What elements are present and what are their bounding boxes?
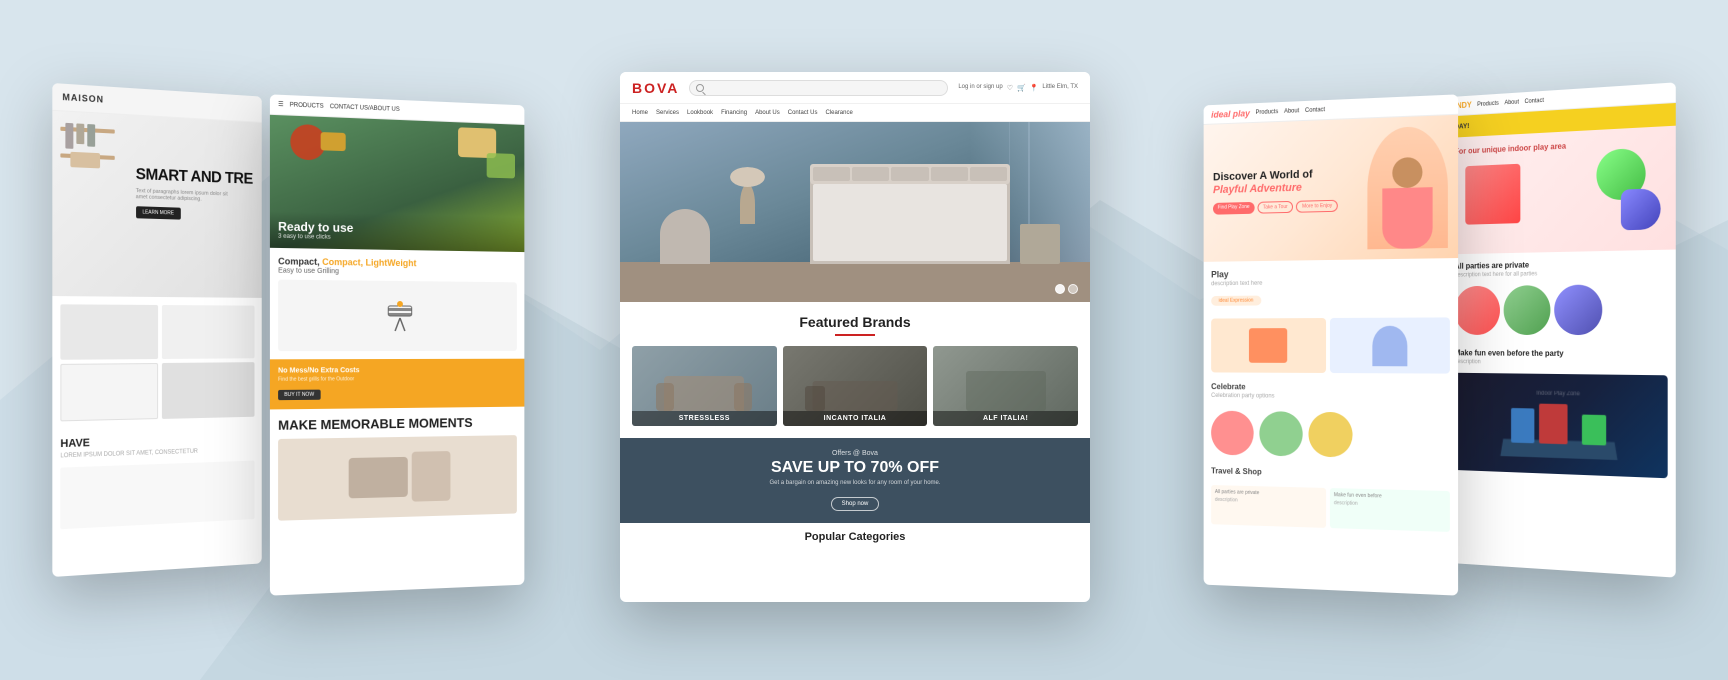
bova-brand-alf[interactable]: ALF ITALIA! [933, 346, 1078, 426]
kids-grid [1204, 313, 1458, 377]
bova-search-bar[interactable] [689, 80, 948, 96]
party-3d-image: Indoor Play Zone [1454, 373, 1667, 479]
bova-nav-about[interactable]: About Us [755, 110, 780, 116]
maison-shelf [60, 127, 114, 169]
bova-featured-underline [835, 334, 875, 336]
bova-nav: Home Services Lookbook Financing About U… [620, 104, 1090, 122]
kids-hero-title: Discover A World of Playful Adventure [1213, 167, 1367, 198]
bova-popular-title: Popular Categories [632, 531, 1078, 543]
bova-nav-financing[interactable]: Financing [721, 110, 747, 116]
portfolio-scene: MAISON SMART AND TRE Text of paragraphs … [0, 0, 1728, 680]
kids-ideal-expression: ideal Expression [1211, 296, 1261, 306]
bbq-grill-icon [380, 296, 419, 336]
bbq-buy-btn[interactable]: BUY IT NOW [278, 390, 320, 401]
bova-cart-icon[interactable]: 🛒 [1017, 84, 1026, 92]
party-circles [1447, 284, 1675, 342]
bova-nav-clearance[interactable]: Clearance [825, 110, 852, 116]
bova-brand-stressless[interactable]: STRESSLESS [632, 346, 777, 426]
kids-btn-2[interactable]: Take a Tour [1257, 201, 1293, 214]
kids-btn-1[interactable]: Find Play Zone [1213, 202, 1254, 215]
bova-login-text: Log in or sign up [958, 84, 1002, 92]
kids-play-section: Play description text here ideal Express… [1204, 258, 1458, 315]
bbq-section: Compact, Compact, LightWeight Easy to us… [270, 248, 524, 360]
bova-carousel-dots[interactable] [1055, 284, 1078, 294]
card-maison[interactable]: MAISON SMART AND TRE Text of paragraphs … [52, 83, 261, 577]
kids-hero-img [1367, 125, 1447, 249]
card-party[interactable]: INDY Products About Contact DAY! For our… [1447, 82, 1675, 577]
kids-hero: Discover A World of Playful Adventure Fi… [1204, 115, 1458, 262]
kids-logo: ideal play [1211, 108, 1250, 119]
bova-shop-btn[interactable]: Shop now [831, 497, 880, 511]
bova-brand-label-stressless: STRESSLESS [632, 411, 777, 426]
bova-nav-lookbook[interactable]: Lookbook [687, 110, 713, 116]
bova-search-icon [696, 84, 704, 92]
bova-featured-section: Featured Brands STRESSLESS INCANTO ITALI… [620, 302, 1090, 438]
bova-location-icon: 📍 [1030, 84, 1039, 92]
bova-header-icons: Log in or sign up ♡ 🛒 📍 Little Elm, TX [958, 84, 1078, 92]
card-kids[interactable]: ideal play Products About Contact Discov… [1204, 94, 1458, 595]
bova-nav-contact[interactable]: Contact Us [788, 110, 818, 116]
party-fun-section: Make fun even before the party descripti… [1447, 341, 1675, 376]
party-nav-2[interactable]: About [1504, 99, 1519, 106]
kids-circle-row [1204, 405, 1458, 466]
bova-hero [620, 122, 1090, 302]
bova-header: BOVA Log in or sign up ♡ 🛒 📍 Little Elm,… [620, 72, 1090, 104]
bova-nav-home[interactable]: Home [632, 110, 648, 116]
bova-offers-main: SAVE UP TO 70% OFF [632, 459, 1078, 477]
kids-celebrate: Celebrate Celebration party options [1204, 376, 1458, 407]
bova-brand-label-incanto: INCANTO ITALIA [783, 411, 928, 426]
bova-offers-sub: Offers @ Bova [632, 450, 1078, 457]
bova-nav-services[interactable]: Services [656, 110, 679, 116]
bova-popular-section: Popular Categories [620, 523, 1090, 551]
party-section: All parties are private description text… [1447, 250, 1675, 287]
bova-heart-icon[interactable]: ♡ [1007, 84, 1013, 92]
bova-dot-2[interactable] [1068, 284, 1078, 294]
kids-nav-1[interactable]: Products [1256, 109, 1279, 116]
kids-text-grid: All parties are private description Make… [1204, 481, 1458, 540]
bova-location-text: Little Elm, TX [1042, 84, 1078, 92]
party-nav-1[interactable]: Products [1477, 100, 1499, 107]
bbq-bottom: MAKE MEMORABLE MOMENTS [270, 407, 524, 530]
bova-logo: BOVA [632, 80, 679, 96]
bova-featured-title: Featured Brands [632, 314, 1078, 330]
kids-hero-btns: Find Play Zone Take a Tour More to Enjoy [1213, 199, 1367, 215]
bova-brand-grid: STRESSLESS INCANTO ITALIA ALF ITALIA! [632, 346, 1078, 426]
kids-nav-2[interactable]: About [1284, 108, 1299, 115]
bbq-hero: Ready to use 3 easy to use clicks [270, 115, 524, 252]
bova-brand-label-alf: ALF ITALIA! [933, 411, 1078, 426]
bbq-orange-banner: No Mess/No Extra Costs Find the best gri… [270, 359, 524, 410]
maison-hero: SMART AND TRE Text of paragraphs lorem i… [52, 111, 261, 298]
bova-brand-incanto[interactable]: INCANTO ITALIA [783, 346, 928, 426]
bova-offers-desc: Get a bargain on amazing new looks for a… [632, 480, 1078, 486]
maison-hero-text: SMART AND TRE Text of paragraphs lorem i… [136, 166, 253, 221]
party-hero: For our unique indoor play area [1447, 126, 1675, 255]
kids-btn-3[interactable]: More to Enjoy [1296, 200, 1338, 213]
card-bbq[interactable]: ☰ PRODUCTS CONTACT US/ABOUT US Ready to … [270, 94, 524, 595]
kids-nav-3[interactable]: Contact [1305, 107, 1325, 114]
bova-offers-banner: Offers @ Bova SAVE UP TO 70% OFF Get a b… [620, 438, 1090, 523]
maison-cta-btn[interactable]: LEARN MORE [136, 206, 181, 219]
bova-dot-1[interactable] [1055, 284, 1065, 294]
card-bova[interactable]: BOVA Log in or sign up ♡ 🛒 📍 Little Elm,… [620, 72, 1090, 602]
party-nav-3[interactable]: Contact [1525, 97, 1544, 104]
